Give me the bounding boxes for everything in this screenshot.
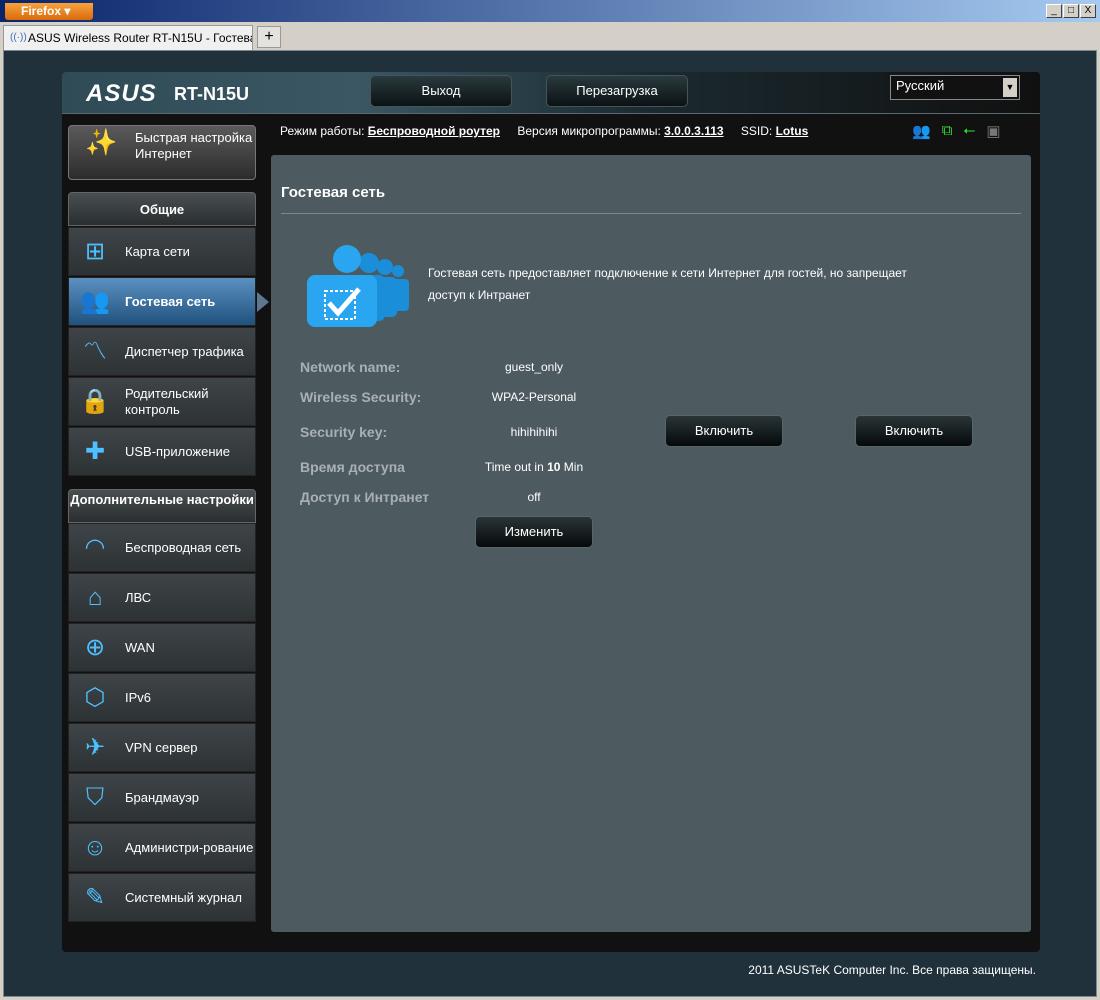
minimize-button[interactable]: _ xyxy=(1046,4,1062,18)
logout-button[interactable]: Выход xyxy=(370,75,512,107)
sidebar-item-label: Диспетчер трафика xyxy=(125,343,244,359)
page-title: Гостевая сеть xyxy=(281,184,386,201)
copyright: 2011 ASUSTeK Computer Inc. Все права защ… xyxy=(748,963,1036,977)
mode-link[interactable]: Беспроводной роутер xyxy=(368,124,500,138)
router-ui: ASUS RT-N15U Выход Перезагрузка Русский ▼… xyxy=(62,72,1040,952)
sidebar-item-log[interactable]: ✎ Системный журнал xyxy=(68,873,256,922)
security-key-value: hihihihihi xyxy=(510,425,558,439)
sidebar-item-lock[interactable]: 🔒 Родительский контроль xyxy=(68,377,256,426)
ipv6-icon: ⬡ xyxy=(84,684,106,711)
sidebar-item-label: Карта сети xyxy=(125,243,190,259)
new-tab-button[interactable]: + xyxy=(257,26,281,48)
browser-titlebar: Firefox ▾ _ □ X xyxy=(0,0,1100,22)
magic-wand-icon: ✨ xyxy=(85,127,118,157)
network-icon[interactable]: ⧉ xyxy=(942,122,953,140)
header: ASUS RT-N15U Выход Перезагрузка Русский ▼ xyxy=(62,72,1040,114)
firefox-menu-button[interactable]: Firefox ▾ xyxy=(5,3,93,20)
sidebar-item-label: USB-приложение xyxy=(125,443,231,459)
quick-setup-button[interactable]: ✨ Быстрая настройка Интернет xyxy=(68,125,256,180)
reboot-button[interactable]: Перезагрузка xyxy=(546,75,688,107)
edit-button[interactable]: Изменить xyxy=(475,516,593,548)
firmware-link[interactable]: 3.0.0.3.113 xyxy=(664,124,723,138)
log-icon: ✎ xyxy=(84,884,106,911)
tab-bar: ((·)) ASUS Wireless Router RT-N15U - Гост… xyxy=(0,22,1100,50)
model-name: RT-N15U xyxy=(174,84,250,104)
advanced-section-title: Дополнительные настройки xyxy=(68,489,256,523)
lock-icon: 🔒 xyxy=(80,388,110,415)
wifi-icon: ◠ xyxy=(84,534,106,561)
intranet-access-label: Доступ к Интранет xyxy=(300,489,430,505)
wireless-security-label: Wireless Security: xyxy=(300,389,422,405)
access-time-label: Время доступа xyxy=(300,459,405,475)
wireless-security-value: WPA2-Personal xyxy=(491,390,577,404)
sidebar-item-label: VPN сервер xyxy=(125,739,198,755)
network-map-icon: ⊞ xyxy=(84,238,106,265)
close-button[interactable]: X xyxy=(1080,4,1096,18)
sidebar-item-label: Родительский контроль xyxy=(125,385,209,417)
guest-icon: 👥 xyxy=(80,288,110,315)
content-panel: Гостевая сеть Гостевая сеть предоставляе… xyxy=(271,155,1031,932)
sidebar-item-label: Системный журнал xyxy=(125,889,242,905)
sidebar-item-label: ЛВС xyxy=(125,589,152,605)
network-name-value: guest_only xyxy=(504,360,564,374)
wireless-icon: ((·)) xyxy=(10,32,27,43)
shield-icon: ⛉ xyxy=(86,784,104,811)
sidebar-item-label: Администри-рование xyxy=(125,839,254,855)
network-name-label: Network name: xyxy=(300,359,401,375)
puzzle-icon: ✚ xyxy=(84,438,106,465)
sidebar-item-vpn[interactable]: ✈ VPN сервер xyxy=(68,723,256,772)
admin-icon: ☺ xyxy=(82,834,108,861)
sidebar-item-label: Беспроводная сеть xyxy=(125,539,242,555)
ssid-link[interactable]: Lotus xyxy=(776,124,809,138)
sidebar-item-label: Брандмауэр xyxy=(125,789,199,805)
sidebar-item-wifi[interactable]: ◠ Беспроводная сеть xyxy=(68,523,256,572)
printer-icon[interactable]: ▣ xyxy=(986,122,1000,140)
asus-logo: ASUS xyxy=(86,80,157,107)
access-time-value: Time out in 10 Min xyxy=(484,460,584,474)
sidebar-item-traffic[interactable]: 〽 Диспетчер трафика xyxy=(68,327,256,376)
security-key-label: Security key: xyxy=(300,424,388,440)
divider xyxy=(281,213,1021,214)
sidebar-item-shield[interactable]: ⛉ Брандмауэр xyxy=(68,773,256,822)
chevron-down-icon: ▼ xyxy=(1003,78,1017,97)
sidebar-item-ipv6[interactable]: ⬡ IPv6 xyxy=(68,673,256,722)
sidebar-item-label: Гостевая сеть xyxy=(125,293,216,309)
home-icon: ⌂ xyxy=(87,584,103,611)
intranet-access-value: off xyxy=(527,490,541,504)
sidebar-item-network-map[interactable]: ⊞ Карта сети xyxy=(68,227,256,276)
general-section-title: Общие xyxy=(68,192,256,226)
usb-icon[interactable]: ⭠ xyxy=(963,122,975,140)
traffic-icon: 〽 xyxy=(83,338,107,365)
sidebar-item-guest[interactable]: 👥 Гостевая сеть xyxy=(68,277,269,326)
description: Гостевая сеть предоставляет подключение … xyxy=(428,266,907,302)
status-bar: Режим работы: Беспроводной роутер Версия… xyxy=(280,124,809,138)
sidebar-item-puzzle[interactable]: ✚ USB-приложение xyxy=(68,427,256,476)
globe-icon: ⊕ xyxy=(84,634,106,661)
sidebar-item-globe[interactable]: ⊕ WAN xyxy=(68,623,256,672)
language-select[interactable]: Русский ▼ xyxy=(890,75,1020,100)
sidebar-item-admin[interactable]: ☺ Администри-рование xyxy=(68,823,256,872)
sidebar-item-label: WAN xyxy=(125,639,155,655)
enable-button-1[interactable]: Включить xyxy=(665,415,783,447)
browser-tab[interactable]: ((·)) ASUS Wireless Router RT-N15U - Гост… xyxy=(3,25,253,50)
clients-icon[interactable]: 👥 xyxy=(912,122,931,140)
maximize-button[interactable]: □ xyxy=(1063,4,1079,18)
sidebar-item-home[interactable]: ⌂ ЛВС xyxy=(68,573,256,622)
enable-button-2[interactable]: Включить xyxy=(855,415,973,447)
sidebar-item-label: IPv6 xyxy=(125,689,152,705)
guest-network-icon xyxy=(307,245,409,327)
vpn-icon: ✈ xyxy=(84,734,106,761)
